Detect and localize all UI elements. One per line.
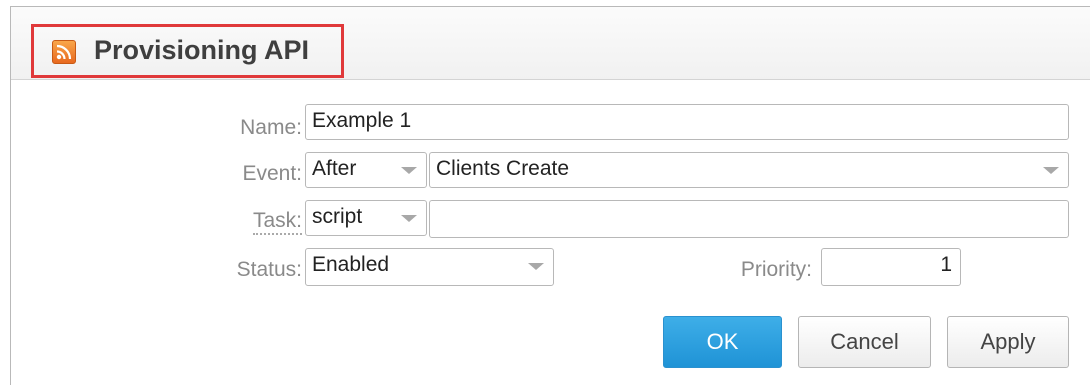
event-type-select[interactable]: Clients Create: [429, 152, 1069, 188]
chevron-down-icon: [1043, 167, 1059, 174]
event-timing-select[interactable]: After: [305, 152, 427, 188]
dialog-title: Provisioning API: [94, 35, 310, 65]
event-timing-value: After: [312, 157, 357, 180]
priority-label: Priority:: [740, 258, 812, 281]
chevron-down-icon: [401, 215, 417, 222]
chevron-down-icon: [528, 263, 544, 270]
title-highlight: Provisioning API: [31, 24, 344, 78]
ok-button[interactable]: OK: [663, 316, 782, 368]
chevron-down-icon: [401, 167, 417, 174]
task-type-value: script: [312, 205, 363, 228]
task-field[interactable]: [429, 200, 1069, 238]
event-type-value: Clients Create: [436, 157, 570, 180]
task-type-select[interactable]: script: [305, 200, 427, 236]
rss-icon: [52, 40, 76, 64]
status-value: Enabled: [312, 253, 390, 276]
name-field[interactable]: Example 1: [305, 104, 1069, 140]
task-label: Task:: [252, 209, 302, 235]
cancel-button[interactable]: Cancel: [798, 316, 931, 368]
status-select[interactable]: Enabled: [305, 248, 554, 286]
priority-field[interactable]: 1: [821, 248, 961, 286]
name-label: Name:: [240, 116, 302, 139]
status-label: Status:: [236, 258, 302, 281]
dialog-header: Provisioning API: [11, 7, 1090, 80]
apply-button[interactable]: Apply: [947, 316, 1069, 368]
event-label: Event:: [242, 162, 302, 185]
provisioning-api-dialog: Provisioning API Name: Example 1 Event: …: [10, 6, 1090, 385]
